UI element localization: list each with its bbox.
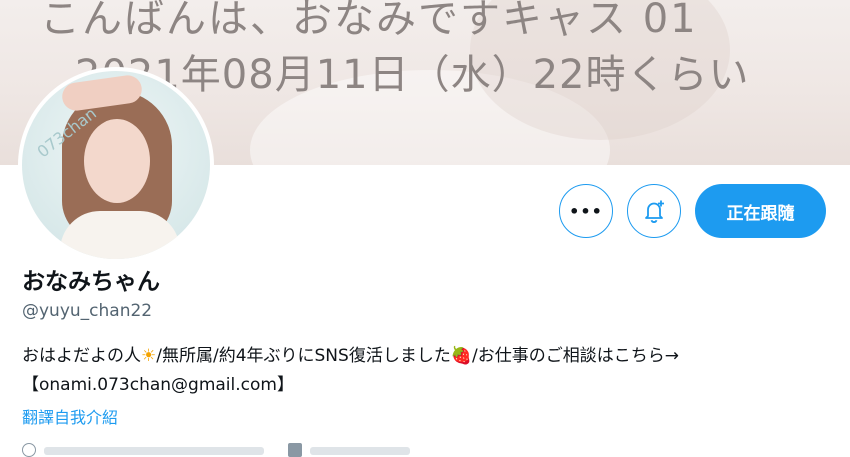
- bell-plus-icon: [645, 200, 664, 223]
- following-button[interactable]: 正在跟隨: [695, 184, 826, 238]
- banner-text-line1: こんばんは、おなみですキャス 01: [40, 0, 698, 42]
- bio-text-part2: /無所属/約4年ぶりにSNS復活しました: [156, 346, 451, 366]
- more-horizontal-icon: •••: [569, 201, 603, 221]
- profile-handle: @yuyu_chan22: [22, 301, 153, 321]
- location-icon: [22, 443, 36, 457]
- translate-bio-link[interactable]: 翻譯自我介紹: [22, 404, 118, 428]
- more-options-button[interactable]: •••: [559, 184, 613, 238]
- profile-bio: おはよだよの人☀/無所属/約4年ぶりにSNS復活しました🍓/お仕事のご相談はこち…: [22, 342, 822, 400]
- profile-display-name: おなみちゃん: [22, 269, 160, 295]
- avatar-face: [84, 119, 150, 203]
- meta-placeholder-2: [310, 447, 410, 455]
- meta-placeholder-1: [44, 447, 264, 455]
- notifications-button[interactable]: [627, 184, 681, 238]
- avatar[interactable]: 073chan: [22, 71, 210, 259]
- calendar-icon: [288, 443, 302, 457]
- profile-meta-row: [22, 443, 422, 457]
- avatar-shirt: [60, 211, 180, 259]
- sun-icon: ☀: [141, 346, 157, 366]
- strawberry-icon: 🍓: [450, 346, 472, 366]
- bio-text-part1: おはよだよの人: [22, 346, 141, 366]
